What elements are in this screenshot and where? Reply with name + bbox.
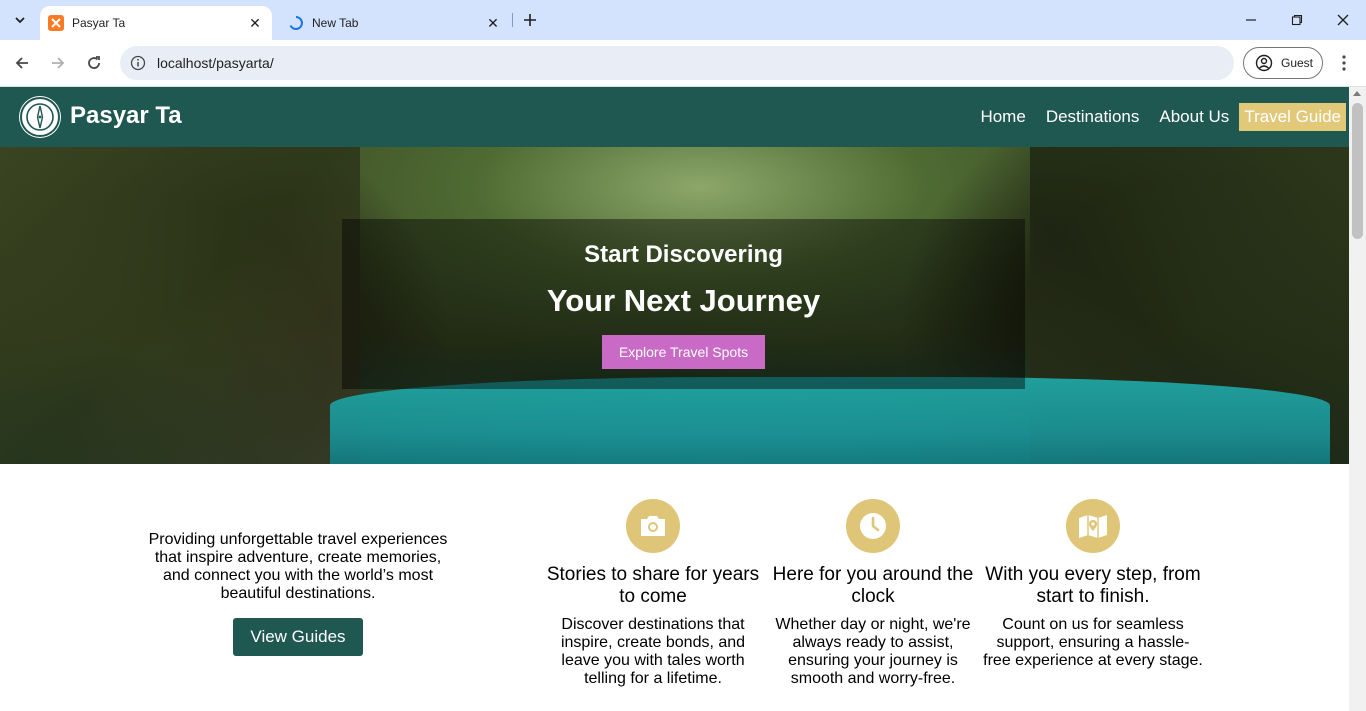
nav-destinations[interactable]: Destinations [1046, 103, 1140, 131]
feature-title: Stories to share for years to come [546, 564, 760, 607]
site-brand[interactable]: Pasyar Ta [70, 102, 182, 130]
hero-title: Your Next Journey [546, 283, 821, 318]
restore-icon [1291, 14, 1303, 26]
scroll-up-arrow-icon[interactable] [1353, 91, 1361, 96]
camera-icon [626, 499, 680, 553]
back-button[interactable] [8, 49, 36, 77]
minimize-icon [1246, 19, 1256, 21]
site-nav: Home Destinations About Us Travel Guide [960, 103, 1346, 131]
map-icon [1066, 499, 1120, 553]
compass-logo-icon[interactable] [20, 97, 60, 137]
profile-button[interactable]: Guest [1243, 47, 1323, 79]
reload-icon [88, 56, 100, 69]
hero-overlay: Start Discovering Your Next Journey Expl… [342, 219, 1025, 389]
feature-card: Stories to share for years to come Disco… [543, 499, 763, 688]
feature-card: With you every step, from start to finis… [983, 499, 1203, 670]
arrow-left-icon [15, 57, 28, 69]
nav-travel-guide[interactable]: Travel Guide [1239, 103, 1346, 131]
close-tab-icon[interactable]: ✕ [246, 14, 264, 32]
chevron-down-icon [15, 17, 25, 24]
hero-banner: Start Discovering Your Next Journey Expl… [0, 147, 1349, 464]
forward-button[interactable] [44, 49, 72, 77]
scrollbar-thumb[interactable] [1352, 103, 1363, 239]
tab-pasyar-ta[interactable]: Pasyar Ta ✕ [40, 6, 272, 40]
explore-travel-spots-button[interactable]: Explore Travel Spots [602, 335, 765, 369]
feature-text: Discover destinations that inspire, crea… [560, 616, 746, 687]
arrow-right-icon [52, 57, 65, 69]
minimize-button[interactable] [1228, 0, 1274, 40]
intro-text: Providing unforgettable travel experienc… [148, 531, 448, 602]
new-tab-button[interactable] [518, 8, 542, 32]
page-scrollbar[interactable] [1349, 87, 1366, 711]
url-text: localhost/pasyarta/ [157, 55, 274, 71]
site-header: Pasyar Ta Home Destinations About Us Tra… [0, 87, 1349, 147]
browser-tab-bar: Pasyar Ta ✕ New Tab ✕ [0, 0, 1366, 40]
site-info-icon[interactable] [128, 53, 148, 73]
feature-text: Whether day or night, we're always ready… [775, 616, 971, 687]
tab-title: New Tab [312, 16, 359, 30]
xampp-favicon-icon [48, 15, 64, 31]
plus-icon [524, 14, 536, 26]
close-tab-icon[interactable]: ✕ [484, 14, 502, 32]
browser-menu-button[interactable] [1332, 49, 1356, 77]
page-viewport: Pasyar Ta Home Destinations About Us Tra… [0, 87, 1349, 711]
nav-home[interactable]: Home [980, 103, 1025, 131]
hero-image-water [330, 377, 1330, 464]
close-window-button[interactable] [1320, 0, 1366, 40]
feature-title: With you every step, from start to finis… [985, 564, 1201, 607]
tab-new-tab[interactable]: New Tab ✕ [280, 6, 510, 40]
features-section: Providing unforgettable travel experienc… [0, 464, 1349, 711]
hero-subtitle: Start Discovering [584, 241, 783, 268]
tab-title: Pasyar Ta [72, 16, 126, 30]
account-circle-icon [1255, 54, 1273, 72]
feature-text: Count on us for seamless support, ensuri… [983, 616, 1203, 669]
view-guides-button[interactable]: View Guides [233, 618, 363, 656]
feature-title: Here for you around the clock [772, 564, 974, 607]
nav-about-us[interactable]: About Us [1159, 103, 1229, 131]
address-bar[interactable]: localhost/pasyarta/ [120, 46, 1234, 80]
restore-button[interactable] [1274, 0, 1320, 40]
profile-label: Guest [1281, 56, 1314, 70]
reload-button[interactable] [80, 49, 108, 77]
feature-card: Here for you around the clock Whether da… [763, 499, 983, 688]
tab-search-button[interactable] [7, 8, 33, 32]
clock-icon [846, 499, 900, 553]
loading-spinner-icon [288, 15, 304, 31]
browser-toolbar: localhost/pasyarta/ Guest [0, 40, 1366, 87]
close-icon [1337, 14, 1349, 26]
more-vertical-icon [1342, 55, 1346, 71]
hero-image-foliage-left [0, 147, 360, 464]
tab-separator [512, 13, 513, 27]
